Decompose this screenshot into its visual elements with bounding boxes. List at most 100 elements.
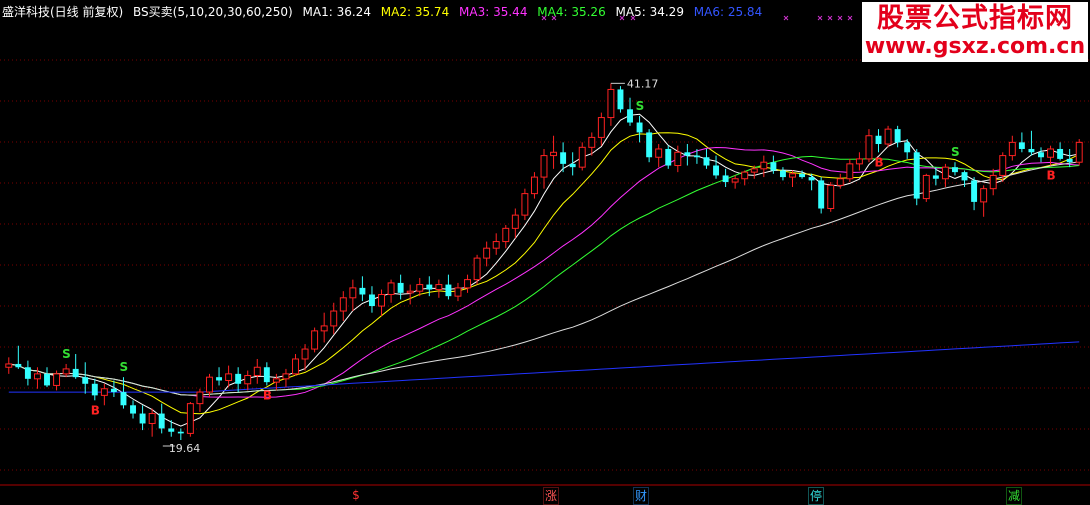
- buy-signal: B: [263, 388, 272, 402]
- candle-body: [406, 290, 414, 294]
- candle-body: [44, 373, 50, 386]
- candle-body: [741, 171, 749, 180]
- candle-body: [875, 135, 882, 145]
- candle-body: [292, 358, 299, 375]
- candle-body: [387, 282, 395, 295]
- candle-body: [24, 367, 31, 379]
- candle-body: [750, 168, 758, 173]
- candle-body: [1047, 148, 1055, 158]
- candle-body: [617, 89, 624, 110]
- candle-body: [913, 152, 920, 199]
- tag-ting: 停: [808, 487, 824, 505]
- candle-body: [961, 172, 968, 181]
- top-marker: [847, 15, 853, 21]
- chart-header: 盛洋科技(日线 前复权) BS买卖(5,10,20,30,60,250) MA1…: [2, 3, 768, 20]
- ma5-readout: MA5: 34.29: [615, 5, 684, 19]
- candle-body: [177, 431, 184, 434]
- top-marker: [817, 15, 823, 21]
- candle-body: [416, 284, 424, 292]
- sell-signal: S: [62, 347, 71, 361]
- candle-body: [999, 155, 1007, 176]
- candle-body: [722, 175, 729, 183]
- candle-body: [426, 284, 433, 290]
- candle-body: [818, 180, 825, 209]
- candle-body: [320, 325, 328, 332]
- candle-body: [196, 391, 204, 405]
- candle-body: [655, 148, 663, 158]
- candle-body: [15, 363, 22, 368]
- candle-body: [349, 287, 357, 299]
- candle-body: [922, 174, 930, 200]
- candle-body: [1008, 141, 1016, 157]
- candle-body: [799, 173, 806, 178]
- candle-body: [225, 373, 233, 381]
- candle-body: [216, 377, 223, 381]
- candle-body: [1066, 158, 1073, 163]
- candle-body: [397, 282, 404, 293]
- candle-body: [779, 170, 786, 178]
- candle-body: [560, 152, 567, 164]
- tag-cai: 财: [633, 487, 649, 505]
- candle-body: [865, 135, 873, 160]
- candle-body: [435, 284, 443, 291]
- watermark-title: 股票公式指标网: [877, 3, 1073, 34]
- candle-body: [5, 363, 13, 368]
- top-marker: [837, 15, 843, 21]
- sell-signal: S: [119, 360, 128, 374]
- buy-signal: B: [1047, 169, 1056, 183]
- candle-body: [359, 287, 366, 295]
- sell-signal: S: [636, 99, 645, 113]
- candle-body: [244, 375, 252, 385]
- candle-body: [855, 158, 863, 165]
- buy-signal: B: [91, 403, 100, 417]
- candle-body: [846, 163, 854, 180]
- candle-body: [521, 193, 529, 216]
- candle-body: [1075, 141, 1083, 163]
- candlestick-chart: 41.17 19.64 S S S S B B B B: [0, 15, 1090, 486]
- candle-body: [703, 157, 710, 166]
- candle-body: [301, 348, 309, 360]
- candle-body: [186, 403, 194, 434]
- candle-body: [158, 413, 165, 429]
- candle-body: [483, 247, 491, 259]
- candle-body: [253, 366, 261, 377]
- candle-body: [952, 167, 958, 173]
- candle-body: [72, 368, 79, 378]
- candle-body: [597, 117, 605, 138]
- candle-body: [941, 166, 949, 180]
- watermark-url: www.gsxz.com.cn: [864, 34, 1086, 59]
- candle-body: [827, 184, 835, 210]
- indicator-name: BS买卖(5,10,20,30,60,250): [133, 5, 293, 19]
- tag-zhang: 涨: [543, 487, 559, 505]
- candle-body: [1018, 142, 1025, 149]
- ma1-readout: MA1: 36.24: [302, 5, 371, 19]
- candle-body: [684, 152, 691, 156]
- candle-body: [378, 293, 385, 307]
- buy-signal: B: [875, 155, 884, 169]
- candle-body: [464, 279, 472, 289]
- candle-body: [139, 413, 146, 424]
- candle-body: [235, 373, 242, 384]
- candle-body: [62, 368, 70, 375]
- candle-body: [33, 373, 41, 380]
- high-label: 41.17: [627, 77, 659, 90]
- candle-body: [263, 367, 270, 383]
- candle-body: [808, 177, 815, 181]
- candle-body: [693, 155, 700, 158]
- candle-body: [511, 214, 519, 229]
- candle-body: [100, 388, 108, 396]
- candle-body: [646, 132, 653, 158]
- candle-body: [1038, 152, 1044, 158]
- candle-body: [530, 176, 538, 195]
- candle-body: [454, 287, 462, 297]
- candle-body: [884, 128, 892, 145]
- candle-body: [713, 165, 719, 176]
- candle-body: [330, 310, 338, 327]
- candle-body: [904, 142, 911, 153]
- candle-body: [473, 257, 481, 281]
- candle-body: [148, 413, 156, 424]
- candle-body: [82, 377, 89, 384]
- candle-body: [272, 378, 280, 383]
- candle-body: [971, 180, 978, 202]
- ma6-readout: MA6: 25.84: [693, 5, 763, 19]
